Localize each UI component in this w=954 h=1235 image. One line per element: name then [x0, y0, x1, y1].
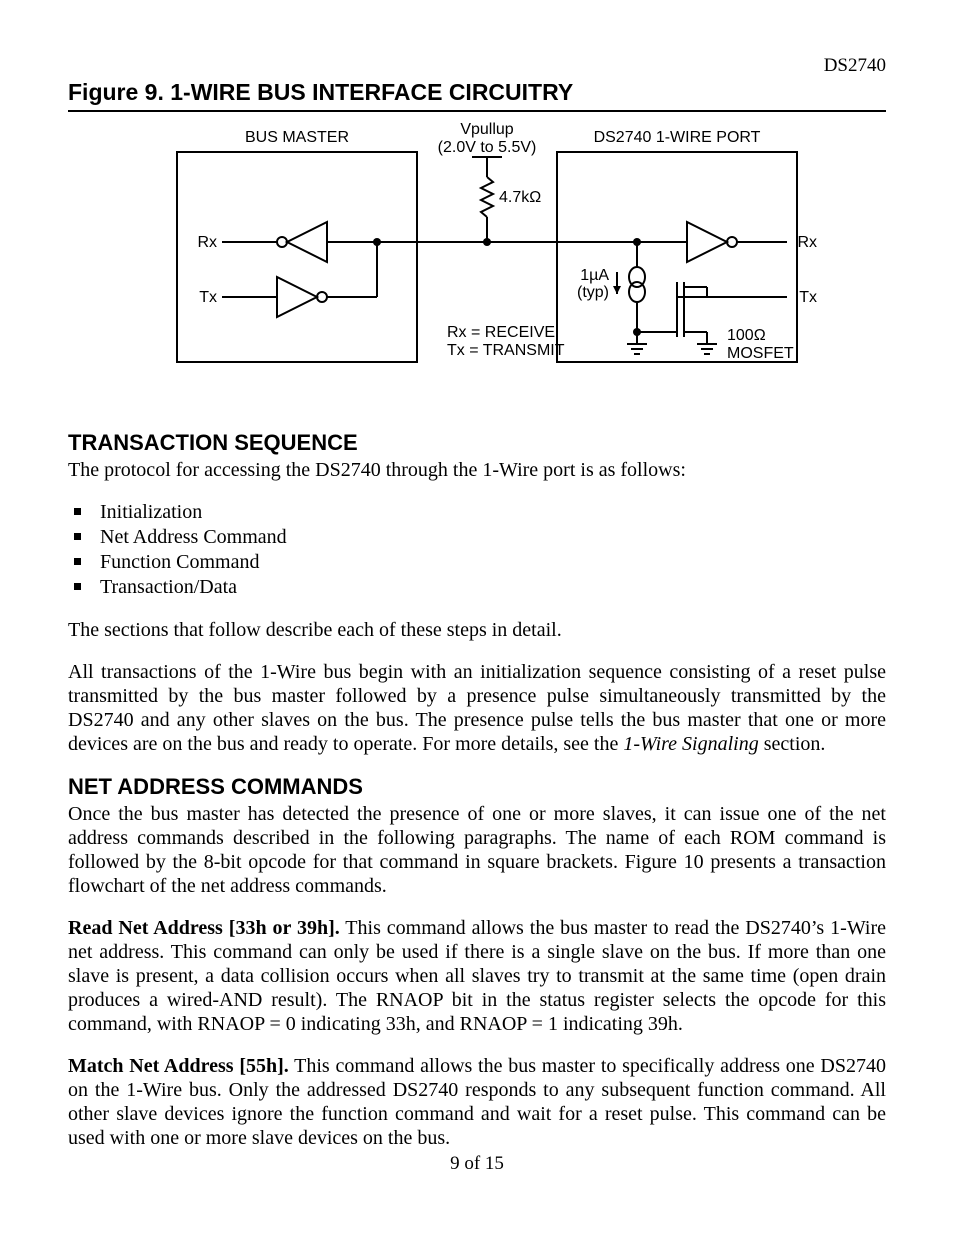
label-vpullup-1: Vpullup — [460, 122, 513, 138]
rx-left-buffer-icon — [287, 222, 327, 262]
section-transaction-sequence: TRANSACTION SEQUENCE — [68, 430, 886, 456]
list-item: Function Command — [68, 550, 886, 575]
pullup-resistor — [481, 177, 493, 217]
legend-rx: Rx = RECEIVE — [447, 324, 555, 341]
figure-9: BUS MASTER Vpullup (2.0V to 5.5V) DS2740… — [68, 122, 886, 402]
label-bus-master: BUS MASTER — [245, 129, 349, 146]
label-tx-right: Tx — [799, 289, 817, 306]
label-pullup-value: 4.7kΩ — [499, 189, 541, 206]
part-number-header: DS2740 — [68, 55, 886, 77]
read-net-address-para: Read Net Address [33h or 39h]. This comm… — [68, 916, 886, 1036]
label-ibias-1: 1µA — [580, 267, 609, 284]
label-rx-right: Rx — [797, 234, 817, 251]
section-net-address-commands: NET ADDRESS COMMANDS — [68, 774, 886, 800]
transaction-para: All transactions of the 1-Wire bus begin… — [68, 660, 886, 756]
para-head: Match Net Address [55h]. — [68, 1055, 289, 1077]
list-item: Initialization — [68, 500, 886, 525]
label-tx-left: Tx — [199, 289, 217, 306]
transaction-steps-list: Initialization Net Address Command Funct… — [68, 500, 886, 600]
label-vpullup-2: (2.0V to 5.5V) — [438, 139, 537, 156]
bus-master-box — [177, 152, 417, 362]
label-rx-left: Rx — [197, 234, 217, 251]
match-net-address-para: Match Net Address [55h]. This command al… — [68, 1054, 886, 1150]
transaction-intro: The protocol for accessing the DS2740 th… — [68, 458, 886, 482]
text-span: section. — [759, 733, 826, 755]
legend-tx: Tx = TRANSMIT — [447, 342, 565, 359]
text-italic: 1-Wire Signaling — [623, 733, 758, 755]
list-item: Transaction/Data — [68, 575, 886, 600]
figure-title: Figure 9. 1-WIRE BUS INTERFACE CIRCUITRY — [68, 79, 886, 112]
list-item: Net Address Command — [68, 525, 886, 550]
tx-left-buffer-icon — [277, 277, 317, 317]
circuit-diagram: BUS MASTER Vpullup (2.0V to 5.5V) DS2740… — [117, 122, 837, 402]
label-1wire-port: DS2740 1-WIRE PORT — [594, 129, 761, 146]
label-mosfet: MOSFET — [727, 345, 794, 362]
transaction-after: The sections that follow describe each o… — [68, 618, 886, 642]
page-number: 9 of 15 — [0, 1153, 954, 1175]
label-mosfet-r: 100Ω — [727, 327, 766, 344]
label-ibias-2: (typ) — [577, 284, 609, 301]
net-address-intro: Once the bus master has detected the pre… — [68, 802, 886, 898]
page: DS2740 Figure 9. 1-WIRE BUS INTERFACE CI… — [0, 0, 954, 1235]
para-head: Read Net Address [33h or 39h]. — [68, 917, 340, 939]
rx-right-buffer-icon — [687, 222, 727, 262]
